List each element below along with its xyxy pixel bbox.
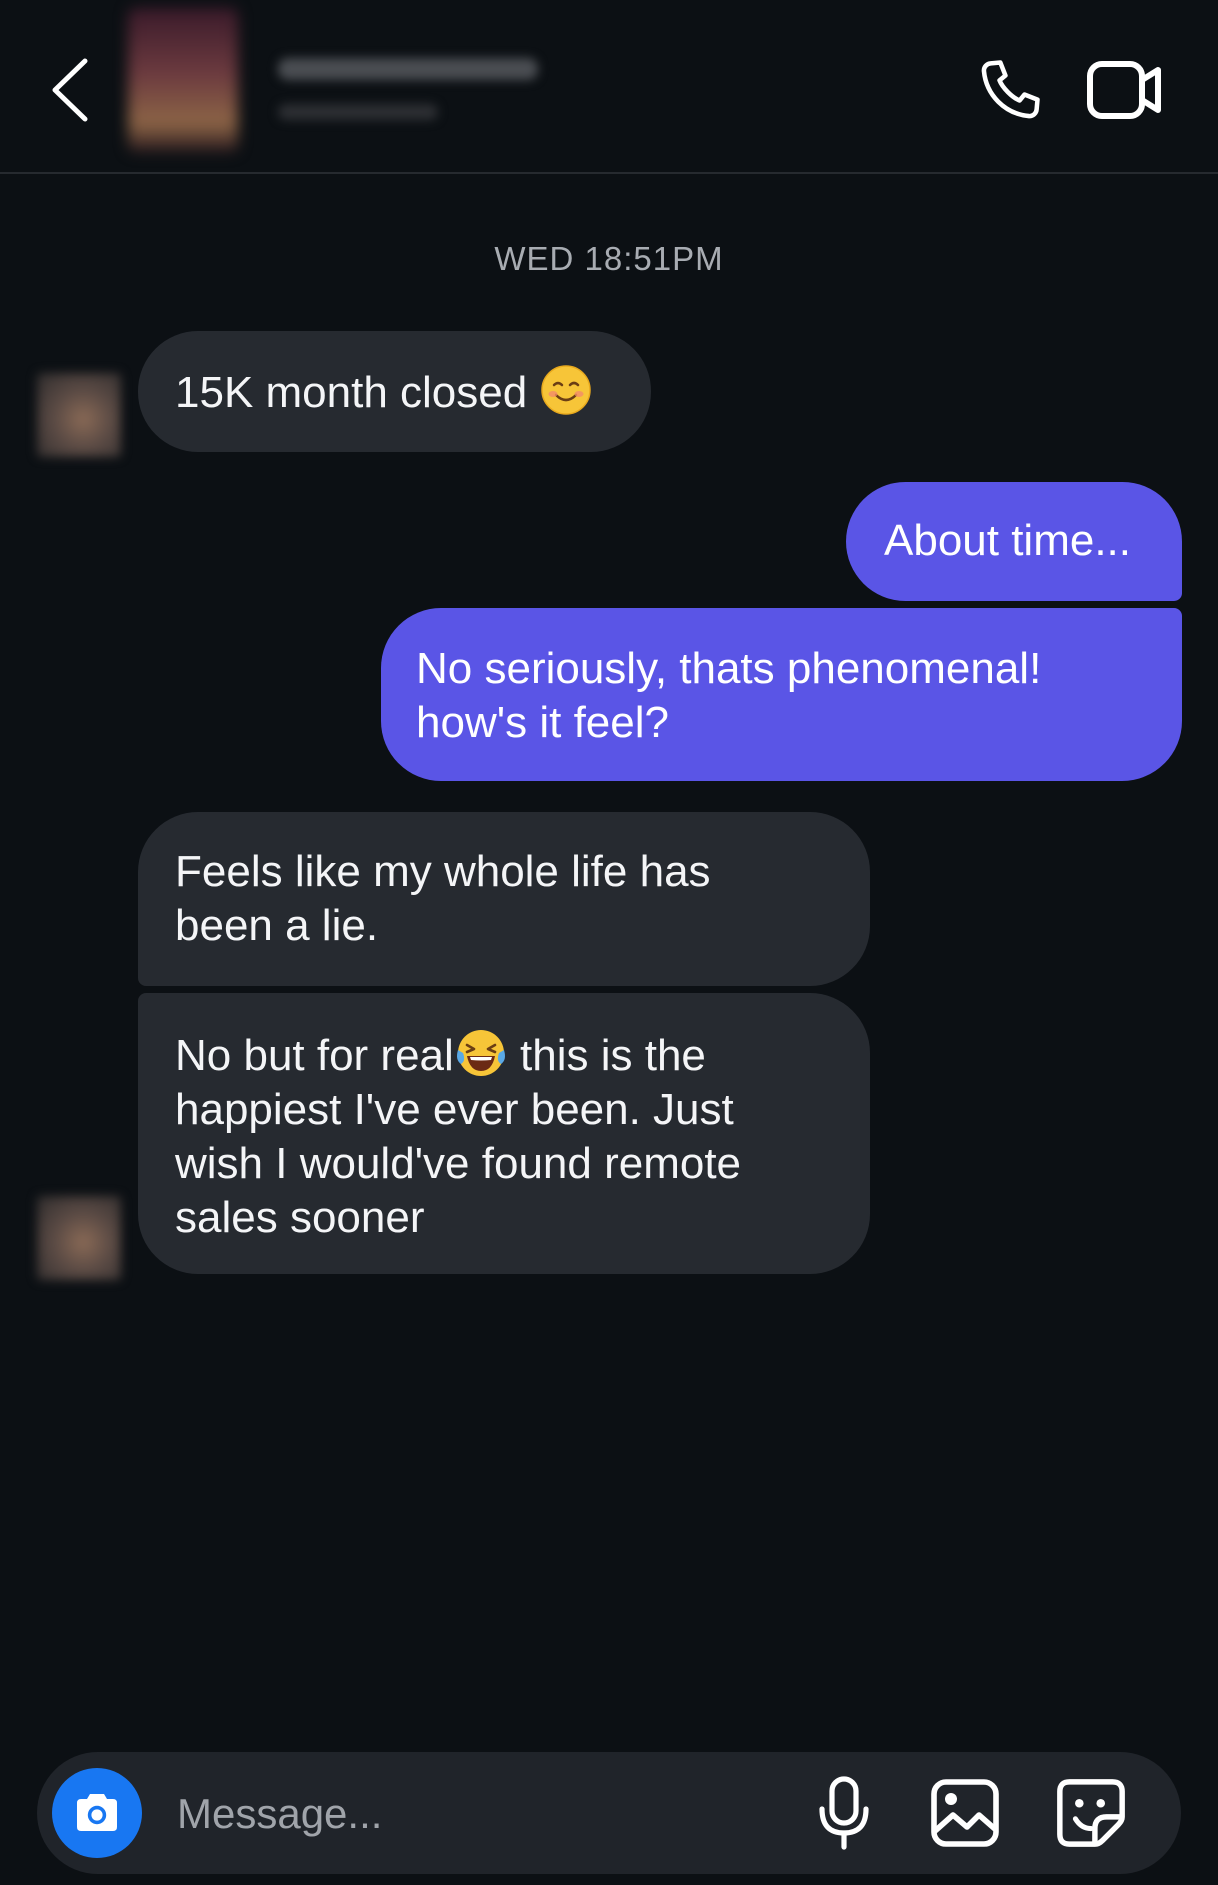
contact-info[interactable] — [128, 6, 628, 156]
sticker-icon — [1057, 1779, 1125, 1847]
message-bubble-outgoing[interactable]: About time... — [846, 482, 1182, 601]
conversation-timestamp: WED 18:51PM — [494, 240, 724, 277]
message-text: Feels like my whole life has been a lie. — [175, 847, 711, 950]
voice-call-button[interactable] — [970, 52, 1050, 128]
microphone-icon — [819, 1776, 869, 1850]
message-input[interactable] — [175, 1782, 779, 1846]
sticker-button[interactable] — [1050, 1772, 1132, 1854]
video-camera-icon — [1087, 61, 1161, 119]
message-text: No seriously, thats phenomenal! how's it… — [416, 644, 1042, 747]
contact-username-blurred — [278, 104, 438, 120]
camera-icon — [77, 1794, 117, 1831]
message-text: About time... — [884, 516, 1132, 565]
phone-icon — [981, 60, 1040, 119]
chat-header — [0, 0, 1218, 174]
message-bubble-incoming[interactable]: 15K month closed — [138, 331, 651, 452]
voice-message-button[interactable] — [803, 1772, 885, 1854]
gallery-button[interactable] — [924, 1772, 1006, 1854]
smiling-face-icon — [539, 363, 593, 417]
sender-avatar — [37, 373, 121, 457]
message-bubble-incoming[interactable]: Feels like my whole life has been a lie. — [138, 812, 870, 986]
sender-avatar — [37, 1196, 121, 1280]
message-composer — [37, 1752, 1181, 1874]
message-text: 15K month closed — [175, 368, 540, 417]
message-bubble-incoming[interactable]: No but for real this is the happiest I'v… — [138, 993, 870, 1274]
message-text: No but for real — [175, 1031, 454, 1080]
laughing-tears-icon — [454, 1026, 508, 1080]
back-button[interactable] — [40, 50, 100, 130]
camera-button[interactable] — [52, 1768, 142, 1858]
video-call-button[interactable] — [1085, 52, 1165, 128]
contact-name-blurred — [278, 58, 538, 80]
chevron-left-icon — [52, 58, 88, 122]
contact-avatar — [128, 8, 238, 152]
image-icon — [931, 1779, 999, 1847]
message-bubble-outgoing[interactable]: No seriously, thats phenomenal! how's it… — [381, 608, 1182, 781]
